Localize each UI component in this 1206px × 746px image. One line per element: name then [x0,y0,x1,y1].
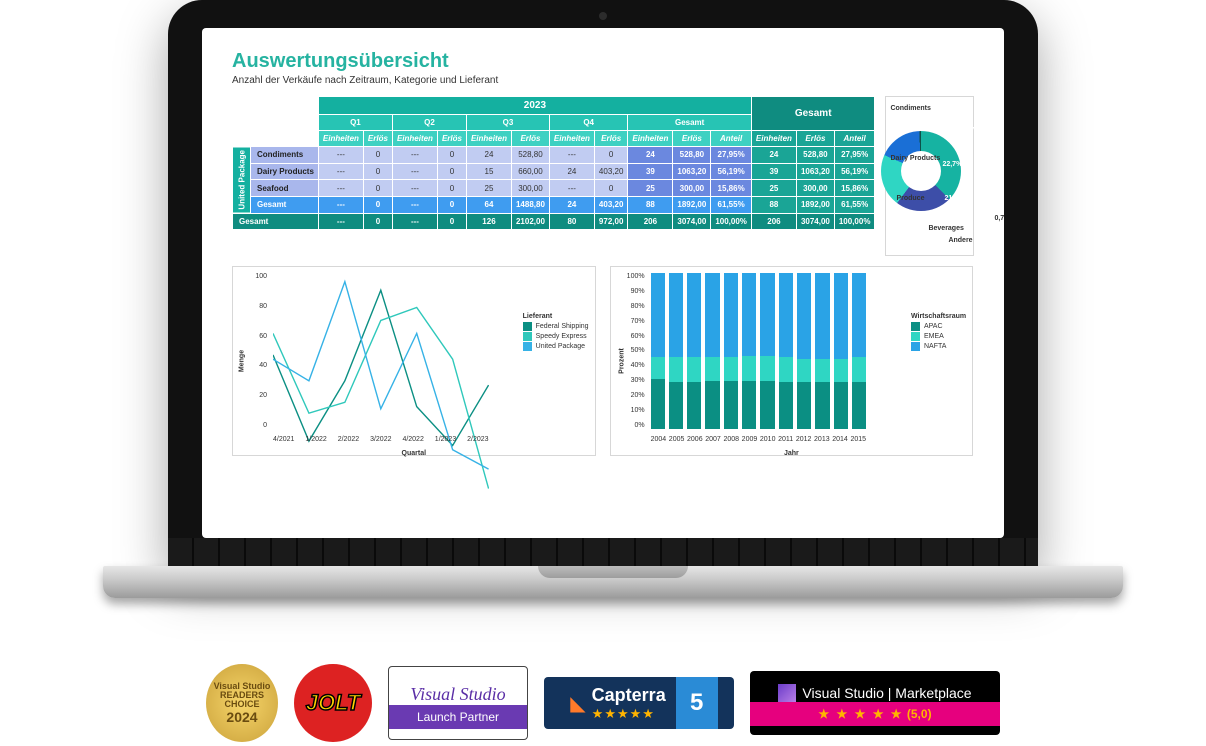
jolt-text: JOLT [306,692,361,714]
readers-choice-year: 2024 [226,710,257,725]
lp-top: Visual Studio [410,678,505,705]
laptop-deck [103,566,1123,598]
pivot-table: 2023GesamtQ1Q2Q3Q4GesamtEinheitenErlösEi… [232,96,875,230]
badge-jolt: JOLT [294,664,372,742]
vs-logo-icon [778,684,796,702]
badge-vs-launch-partner: Visual Studio Launch Partner [388,666,528,740]
laptop-keyboard [168,538,1038,566]
badge-capterra: ◣ Capterra ★★★★★ 5 [544,677,734,729]
stacked-bar-wirtschaftsraum: 100%90%80%70%60%50%40%30%20%10%0% Prozen… [610,266,974,456]
bar-x-label: Jahr [784,450,799,457]
page-title: Auswertungsübersicht [232,50,974,73]
badge-readers-choice: Visual Studio READERS CHOICE 2024 [206,664,278,742]
readers-choice-label: READERS CHOICE [206,691,278,710]
laptop-frame: Auswertungsübersicht Anzahl der Verkäufe… [103,0,1103,598]
line-y-label: Menge [239,350,246,372]
marketplace-title: Visual Studio | Marketplace [802,685,971,701]
laptop-bezel: Auswertungsübersicht Anzahl der Verkäufe… [168,0,1038,568]
category-share-donut: Condiments37,5%Dairy Products22,7%Produc… [885,96,974,256]
marketplace-score: (5,0) [907,707,932,721]
capterra-stars: ★★★★★ [592,706,666,722]
lp-bottom: Launch Partner [389,705,527,729]
capterra-score: 5 [676,677,718,729]
page-subtitle: Anzahl der Verkäufe nach Zeitraum, Kateg… [232,75,974,86]
marketplace-stars: ★ ★ ★ ★ ★ [818,707,903,721]
bar-y-label: Prozent [618,348,625,374]
line-x-label: Quartal [402,450,427,457]
line-chart-lieferant: 100806040200 Menge 4/20211/20222/20223/2… [232,266,596,456]
award-badges: Visual Studio READERS CHOICE 2024 JOLT V… [206,664,1000,742]
badge-vs-marketplace: Visual Studio | Marketplace ★ ★ ★ ★ ★ (5… [750,671,1000,735]
report-page: Auswertungsübersicht Anzahl der Verkäufe… [202,28,1004,468]
capterra-name: Capterra [592,685,666,706]
laptop-screen: Auswertungsübersicht Anzahl der Verkäufe… [202,28,1004,538]
capterra-arrow-icon: ◣ [570,691,585,716]
